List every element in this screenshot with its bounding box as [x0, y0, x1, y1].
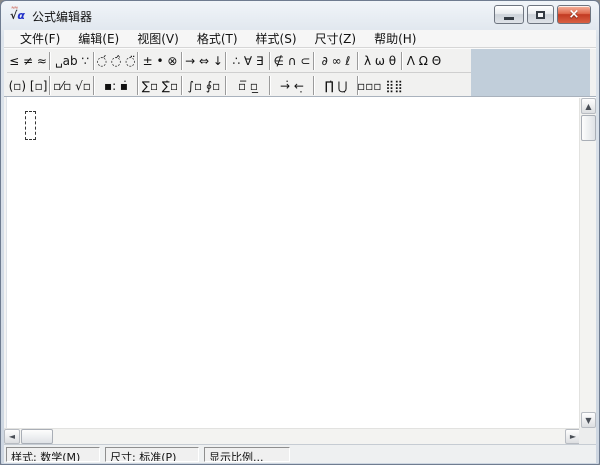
menu-help[interactable]: 帮助(H): [365, 29, 425, 48]
spaces-ellipses-palette[interactable]: ␣ab ∵: [51, 50, 93, 72]
caption-buttons: ×: [494, 5, 591, 24]
status-size[interactable]: 尺寸: 标准(P): [105, 447, 199, 462]
menu-view[interactable]: 视图(V): [128, 29, 188, 48]
scroll-up-button[interactable]: ▲: [581, 98, 596, 114]
app-icon: ≈≈ √α: [10, 5, 27, 24]
close-icon: ×: [568, 7, 580, 22]
toolbar-filler: [471, 49, 590, 97]
restore-button[interactable]: [527, 5, 554, 24]
horizontal-scroll-thumb[interactable]: [21, 429, 53, 444]
fence-templates-palette[interactable]: (▫) [▫]: [7, 74, 49, 97]
app-icon-formula: √α: [10, 9, 25, 22]
template-toolbar-row: (▫) [▫] ▫⁄▫ √▫ ▪: ▪̇ ∑▫ ∑̇▫ ∫▫ ∮▫ ▫̅ ▫̲ …: [7, 74, 473, 97]
minimize-button[interactable]: [494, 5, 524, 24]
logical-symbols-palette[interactable]: ∴ ∀ ∃: [227, 50, 269, 72]
vertical-scrollbar[interactable]: ▲ ▼: [579, 98, 596, 428]
integral-templates-palette[interactable]: ∫▫ ∮▫: [183, 74, 225, 97]
matrix-templates-palette[interactable]: ▫▫▫ ⣿⣿: [357, 74, 403, 97]
arrow-right-icon: ►: [569, 432, 577, 441]
minimize-icon: [504, 17, 514, 20]
vertical-scroll-thumb[interactable]: [581, 115, 596, 141]
greek-lowercase-palette[interactable]: λ ω θ: [359, 50, 401, 72]
symbol-toolbar-row: ≤ ≠ ≈ ␣ab ∵ ◌́ ◌̂ ◌̈ ± • ⊗ → ⇔ ↓ ∴ ∀ ∃ ∉…: [7, 50, 473, 73]
product-set-templates-palette[interactable]: ∏̇ ⋃̣: [315, 74, 357, 97]
labeled-arrow-templates-palette[interactable]: →̇ ←̣: [271, 74, 313, 97]
menu-size[interactable]: 尺寸(Z): [306, 29, 366, 48]
statusbar: 样式: 数学(M) 尺寸: 标准(P) 显示比例...: [4, 444, 596, 463]
titlebar[interactable]: ≈≈ √α 公式编辑器 ×: [1, 1, 599, 30]
toolbar: ≤ ≠ ≈ ␣ab ∵ ◌́ ◌̂ ◌̈ ± • ⊗ → ⇔ ↓ ∴ ∀ ∃ ∉…: [4, 48, 596, 97]
arrow-up-icon: ▲: [585, 101, 592, 111]
horizontal-scrollbar[interactable]: ◄ ►: [4, 428, 581, 444]
scroll-down-button[interactable]: ▼: [581, 412, 596, 428]
equation-canvas[interactable]: [4, 97, 596, 428]
scroll-left-button[interactable]: ◄: [4, 429, 20, 444]
window-title: 公式编辑器: [32, 10, 93, 24]
menubar: 文件(F) 编辑(E) 视图(V) 格式(T) 样式(S) 尺寸(Z) 帮助(H…: [4, 30, 596, 48]
bar-templates-palette[interactable]: ▫̅ ▫̲: [227, 74, 269, 97]
operator-symbols-palette[interactable]: ± • ⊗: [139, 50, 181, 72]
empty-equation-slot[interactable]: [25, 111, 36, 140]
close-button[interactable]: ×: [557, 5, 591, 24]
summation-templates-palette[interactable]: ∑▫ ∑̇▫: [139, 74, 181, 97]
menu-file[interactable]: 文件(F): [11, 29, 69, 48]
status-zoom[interactable]: 显示比例...: [204, 447, 290, 462]
status-style[interactable]: 样式: 数学(M): [6, 447, 100, 462]
embellishments-palette[interactable]: ◌́ ◌̂ ◌̈: [95, 50, 137, 72]
menu-format[interactable]: 格式(T): [188, 29, 247, 48]
fraction-radical-templates-palette[interactable]: ▫⁄▫ √▫: [51, 74, 93, 97]
menu-edit[interactable]: 编辑(E): [69, 29, 128, 48]
arrow-left-icon: ◄: [8, 432, 16, 441]
set-theory-symbols-palette[interactable]: ∉ ∩ ⊂: [271, 50, 313, 72]
misc-symbols-palette[interactable]: ∂ ∞ ℓ: [315, 50, 357, 72]
greek-uppercase-palette[interactable]: Λ Ω Θ: [403, 50, 445, 72]
arrow-symbols-palette[interactable]: → ⇔ ↓: [183, 50, 225, 72]
equation-editor-window: ≈≈ √α 公式编辑器 × 文件(F) 编辑(E) 视图(V) 格式(T) 样式…: [0, 0, 600, 465]
arrow-down-icon: ▼: [585, 415, 592, 425]
subscript-superscript-templates-palette[interactable]: ▪: ▪̇: [95, 74, 137, 97]
relational-symbols-palette[interactable]: ≤ ≠ ≈: [7, 50, 49, 72]
scrollbar-corner: [579, 428, 596, 444]
menu-style[interactable]: 样式(S): [247, 29, 306, 48]
restore-icon: [536, 10, 545, 19]
